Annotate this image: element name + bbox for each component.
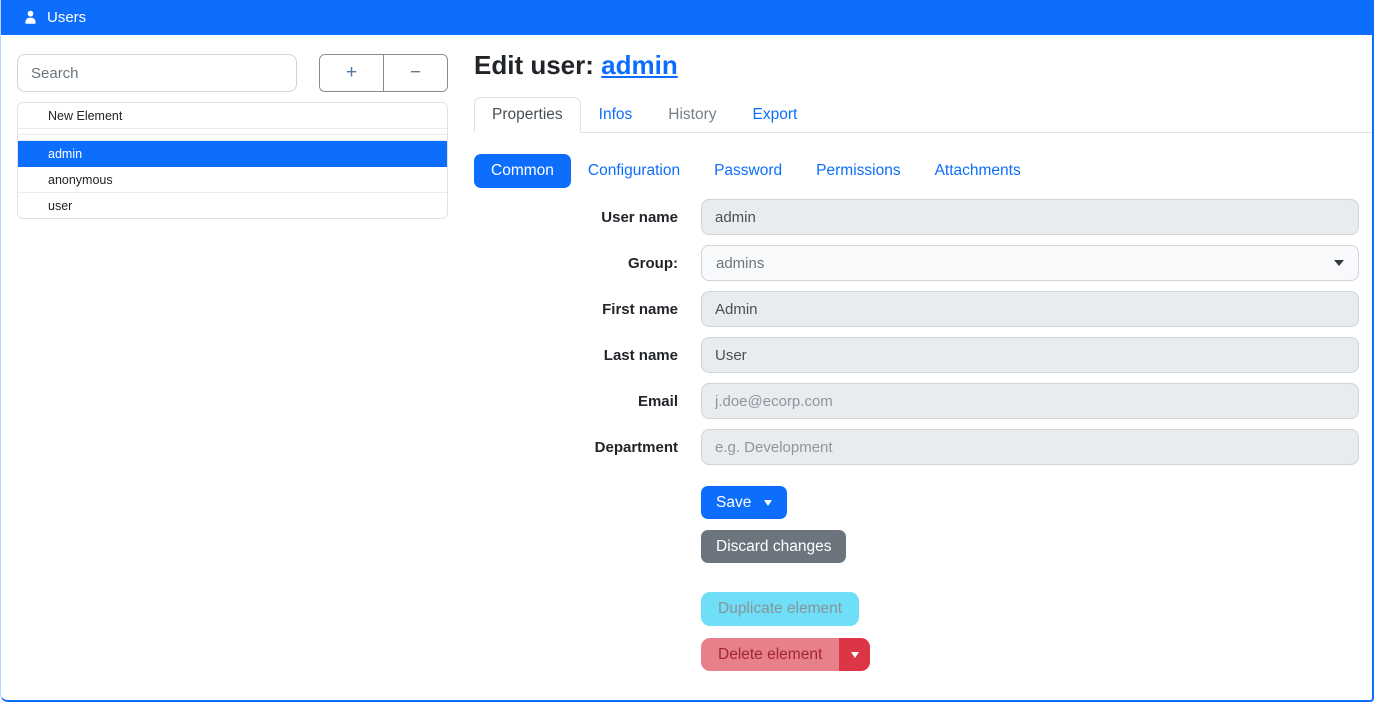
department-field[interactable] xyxy=(701,429,1359,465)
save-button-label: Save xyxy=(716,494,751,512)
group-select-value: admins xyxy=(716,255,764,272)
username-label: User name xyxy=(474,209,678,226)
group-select[interactable]: admins xyxy=(701,245,1359,281)
list-item-new-element[interactable]: New Element xyxy=(18,103,447,129)
top-navbar: Users xyxy=(1,0,1372,35)
sidebar: + − New Element admin anonymous user xyxy=(1,35,449,691)
delete-element-button: Delete element xyxy=(701,638,839,671)
subtab-bar: Common Configuration Password Permission… xyxy=(474,154,1372,188)
subtab-common[interactable]: Common xyxy=(474,154,571,188)
tab-history: History xyxy=(650,97,734,133)
save-dropdown-caret-icon xyxy=(764,500,772,506)
remove-element-button[interactable]: − xyxy=(384,55,447,91)
chevron-down-icon xyxy=(1334,260,1344,266)
page-title: Edit user: admin xyxy=(474,50,1372,81)
add-remove-button-group: + − xyxy=(319,54,448,92)
list-item-admin[interactable]: admin xyxy=(18,141,447,167)
group-label: Group: xyxy=(474,255,678,272)
user-list: New Element admin anonymous user xyxy=(17,102,448,219)
discard-changes-button[interactable]: Discard changes xyxy=(701,530,846,563)
action-buttons: Save Discard changes Duplicate element D… xyxy=(701,475,1372,691)
duplicate-element-button: Duplicate element xyxy=(701,592,859,626)
user-icon xyxy=(22,9,39,26)
search-input[interactable] xyxy=(17,54,297,92)
list-item-anonymous[interactable]: anonymous xyxy=(18,167,447,193)
delete-element-split-button: Delete element xyxy=(701,638,870,671)
save-button[interactable]: Save xyxy=(701,486,787,519)
tab-infos[interactable]: Infos xyxy=(581,97,651,133)
email-field[interactable] xyxy=(701,383,1359,419)
subtab-configuration[interactable]: Configuration xyxy=(571,154,697,188)
firstname-field[interactable] xyxy=(701,291,1359,327)
user-form: User name Group: admins First xyxy=(474,199,1372,465)
subtab-password[interactable]: Password xyxy=(697,154,799,188)
edited-user-link[interactable]: admin xyxy=(601,50,678,80)
lastname-field[interactable] xyxy=(701,337,1359,373)
page-title-prefix: Edit user: xyxy=(474,50,601,80)
department-label: Department xyxy=(474,439,678,456)
subtab-attachments[interactable]: Attachments xyxy=(918,154,1038,188)
delete-dropdown-caret-icon xyxy=(851,652,859,658)
subtab-permissions[interactable]: Permissions xyxy=(799,154,917,188)
delete-dropdown-toggle[interactable] xyxy=(839,638,870,671)
add-element-button[interactable]: + xyxy=(320,55,384,91)
tab-export[interactable]: Export xyxy=(735,97,816,133)
app-window: Users + − New Element admin anonymous us… xyxy=(0,0,1374,702)
app-title: Users xyxy=(47,9,86,26)
list-item-user[interactable]: user xyxy=(18,193,447,218)
lastname-label: Last name xyxy=(474,347,678,364)
tab-bar: Properties Infos History Export xyxy=(474,97,1372,133)
email-label: Email xyxy=(474,393,678,410)
username-field[interactable] xyxy=(701,199,1359,235)
tab-properties[interactable]: Properties xyxy=(474,97,581,133)
main-panel: Edit user: admin Properties Infos Histor… xyxy=(449,35,1372,691)
firstname-label: First name xyxy=(474,301,678,318)
